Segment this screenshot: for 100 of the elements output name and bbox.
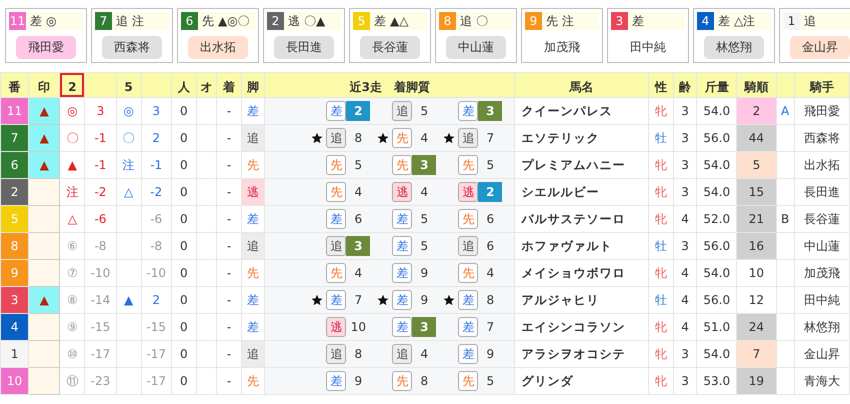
table-cell: 0 <box>171 340 196 368</box>
table-cell: 注 <box>60 178 85 206</box>
table-cell: 飛田愛 <box>794 98 850 124</box>
table-cell: -17 <box>141 340 172 368</box>
mark-cell[interactable] <box>28 314 60 340</box>
column-header[interactable]: 齢 <box>674 73 696 97</box>
table-cell: △ <box>124 185 134 199</box>
jockey-tag: 金山昇 <box>790 36 850 59</box>
table-cell: -2 <box>141 178 172 206</box>
mark-cell[interactable]: ▲ <box>28 98 60 124</box>
jockey-tag: 出水拓 <box>188 36 248 59</box>
running-style-badge: 逃 <box>392 182 412 202</box>
horse-name[interactable]: アラシヲオコシテ <box>514 340 648 368</box>
table-cell: 金山昇 <box>794 340 850 368</box>
running-style: 差 <box>242 314 265 340</box>
mark-cell[interactable] <box>28 232 60 260</box>
table-cell: 青海大 <box>794 368 850 394</box>
table-cell: 19 <box>736 368 776 394</box>
column-header[interactable]: 5 <box>116 73 141 97</box>
table-cell: 牝 <box>648 178 674 206</box>
finish-place: 5 <box>420 103 430 120</box>
running-style-badge: 差 <box>392 236 412 256</box>
table-cell: 0 <box>171 314 196 340</box>
table-cell: 林悠翔 <box>794 314 850 340</box>
mark-cell[interactable] <box>28 340 60 368</box>
horse-name[interactable]: プレミアムハニー <box>514 152 648 178</box>
column-header[interactable] <box>142 73 171 97</box>
table-cell: -10 <box>84 260 116 286</box>
column-header[interactable]: 着 <box>216 73 242 97</box>
horse-name[interactable]: グリンダ <box>514 368 648 394</box>
frame-number: 1 <box>783 12 800 30</box>
running-style-badge: 追 <box>392 344 412 364</box>
table-cell: 16 <box>736 232 776 260</box>
frame-number: 9 <box>0 260 29 286</box>
column-header[interactable]: 斤量 <box>697 73 736 97</box>
table-cell: ⑨ <box>60 314 85 340</box>
frame-number: 7 <box>95 12 112 30</box>
table-cell: ◎ <box>123 104 134 118</box>
column-header[interactable]: 近3走 着脚質 <box>265 73 514 97</box>
horse-name[interactable]: クイーンパレス <box>514 98 648 124</box>
mark-cell[interactable] <box>28 178 60 206</box>
frame-number: 11 <box>0 98 29 124</box>
frame-number: 6 <box>0 152 29 178</box>
table-cell: 牝 <box>648 98 674 124</box>
running-style-badge: 差 <box>392 290 412 310</box>
mark-cell[interactable] <box>28 260 60 286</box>
finish-place: 4 <box>354 265 364 282</box>
running-style-badge: 先 <box>326 263 346 283</box>
running-style-badge: 差 <box>326 209 346 229</box>
table-cell: 21 <box>736 206 776 232</box>
horse-name[interactable]: アルジャヒリ <box>514 286 648 314</box>
table-cell: 中山蓮 <box>794 232 850 260</box>
column-header[interactable]: 馬名 <box>515 73 648 97</box>
finish-place: 3 <box>412 155 436 175</box>
frame-number: 9 <box>525 12 542 30</box>
mark-cell[interactable]: ▲ <box>28 152 60 178</box>
running-style-badge: 差 <box>458 290 478 310</box>
running-style-badge: 先 <box>392 371 412 391</box>
table-cell: 0 <box>171 368 196 394</box>
running-style: 先 <box>546 12 558 30</box>
column-header[interactable]: 番 <box>1 73 28 97</box>
prediction-marks: △注 <box>734 12 756 30</box>
running-style-badge: 先 <box>458 155 478 175</box>
mark-cell[interactable]: ▲ <box>28 124 60 152</box>
column-header[interactable]: 騎手 <box>794 73 849 97</box>
horse-name[interactable]: エソテリック <box>514 124 648 152</box>
column-header[interactable]: 印 <box>29 73 60 97</box>
horse-name[interactable]: メイショウボワロ <box>514 260 648 286</box>
column-header[interactable]: 脚 <box>242 73 264 97</box>
finish-place: 5 <box>354 157 364 174</box>
frame-number: 3 <box>0 286 29 314</box>
running-style: 追 <box>242 340 265 368</box>
horse-name[interactable]: ホファヴァルト <box>514 232 648 260</box>
running-style-badge: 先 <box>392 128 412 148</box>
column-header[interactable]: オ <box>196 73 216 97</box>
running-style-badge: 先 <box>326 155 346 175</box>
finish-place: 5 <box>486 157 496 174</box>
column-header[interactable]: 人 <box>172 73 196 97</box>
running-style: 追 <box>460 12 472 30</box>
column-header[interactable]: 性 <box>648 73 674 97</box>
mark-cell[interactable]: ▲ <box>28 286 60 314</box>
horse-name[interactable]: シエルルビー <box>514 178 648 206</box>
column-header[interactable]: 騎順 <box>737 73 776 97</box>
column-header[interactable]: 2 <box>60 73 84 97</box>
mark-cell[interactable] <box>28 206 60 232</box>
finish-place: 7 <box>354 292 364 309</box>
finish-place: 6 <box>354 211 364 228</box>
horse-name[interactable]: バルサステソーロ <box>514 206 648 232</box>
table-cell: 牝 <box>648 314 674 340</box>
column-header[interactable] <box>85 73 116 97</box>
table-cell: 10 <box>736 260 776 286</box>
finish-place: 8 <box>354 130 364 147</box>
table-cell: 4 <box>674 260 697 286</box>
mark-cell[interactable] <box>28 368 60 394</box>
running-style-badge: 差 <box>326 290 346 310</box>
table-cell: -6 <box>84 206 116 232</box>
finish-place: 4 <box>420 130 430 147</box>
jockey-tag: 中山蓮 <box>446 36 506 59</box>
column-header[interactable] <box>776 73 794 97</box>
horse-name[interactable]: エイシンコラソン <box>514 314 648 340</box>
